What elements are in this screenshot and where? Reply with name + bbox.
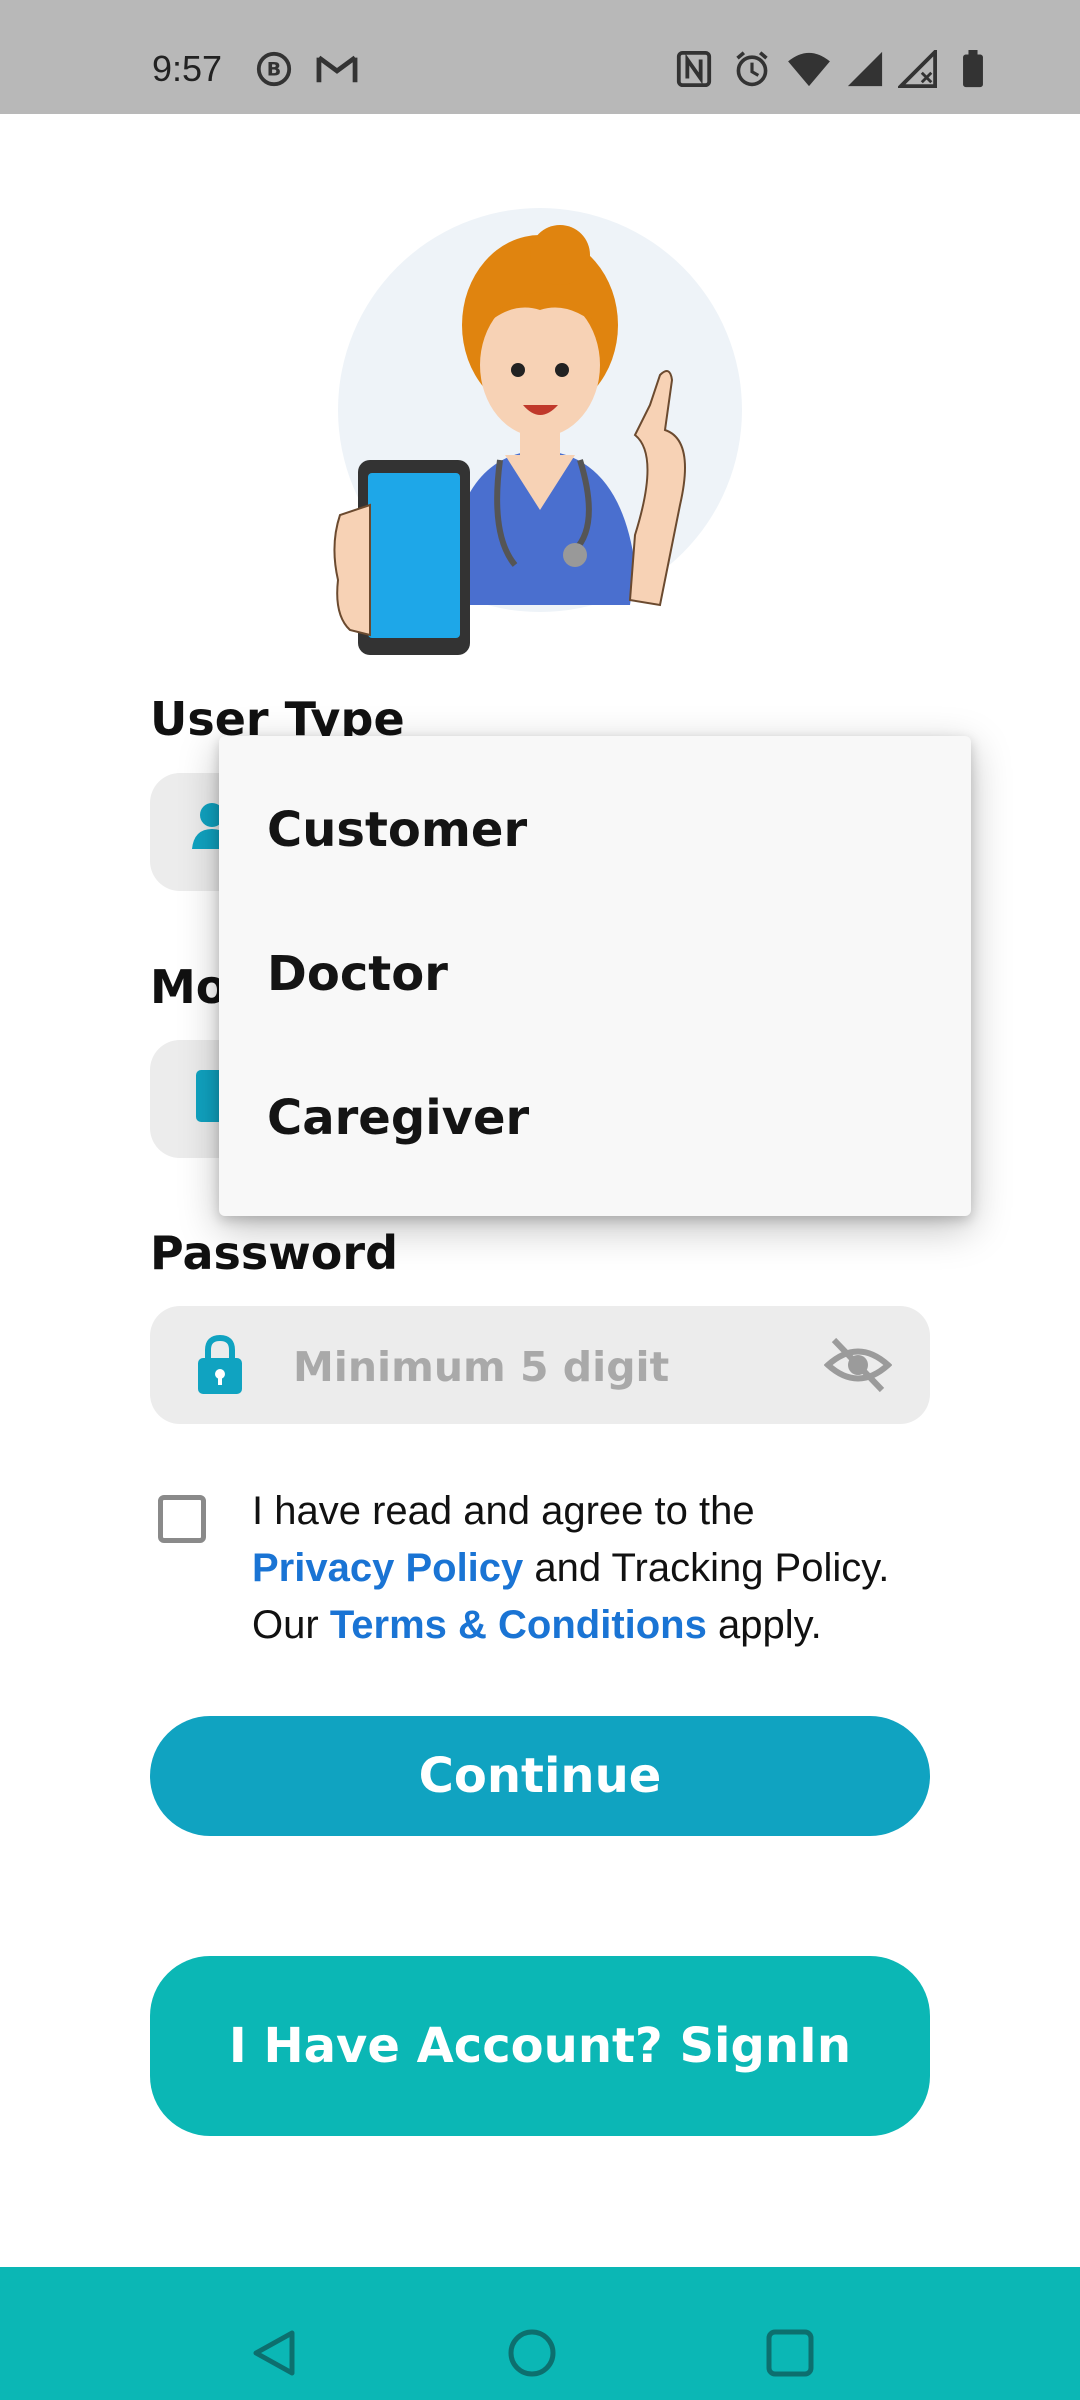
signal-icon xyxy=(847,51,883,87)
dropdown-option-doctor[interactable]: Doctor xyxy=(267,946,448,1002)
terms-conditions-link[interactable]: Terms & Conditions xyxy=(330,1603,707,1647)
nurse-illustration xyxy=(333,208,742,655)
back-icon[interactable] xyxy=(248,2327,300,2379)
recents-icon[interactable] xyxy=(764,2327,816,2379)
agreement-text: I have read and agree to the Privacy Pol… xyxy=(252,1483,952,1654)
b-notification-icon: B xyxy=(256,51,292,87)
continue-button[interactable]: Continue xyxy=(150,1716,930,1836)
battery-icon xyxy=(963,50,983,88)
eye-off-icon[interactable] xyxy=(824,1336,892,1394)
dropdown-option-customer[interactable]: Customer xyxy=(267,802,527,858)
wifi-icon xyxy=(788,52,830,87)
privacy-policy-link[interactable]: Privacy Policy xyxy=(252,1546,523,1590)
alarm-icon xyxy=(736,51,768,87)
agree-checkbox[interactable] xyxy=(158,1495,206,1543)
gmail-icon xyxy=(316,55,358,83)
signal-no-service-icon xyxy=(898,50,937,88)
password-input[interactable]: Minimum 5 digit xyxy=(150,1306,930,1424)
home-icon[interactable] xyxy=(506,2327,558,2379)
agreement-text-1: I have read and agree to the xyxy=(252,1489,755,1533)
agreement-text-4: apply. xyxy=(718,1603,822,1647)
nfc-icon xyxy=(676,50,712,88)
agreement-text-2: and Tracking Policy. xyxy=(534,1546,890,1590)
password-label: Password xyxy=(150,1226,398,1280)
lock-icon xyxy=(198,1334,242,1394)
password-placeholder: Minimum 5 digit xyxy=(293,1343,670,1391)
status-bar: 9:57 B xyxy=(0,0,1080,114)
signin-button[interactable]: I Have Account? SignIn xyxy=(150,1956,930,2136)
status-time: 9:57 xyxy=(152,48,223,89)
agreement-text-3: Our xyxy=(252,1603,319,1647)
dropdown-option-caregiver[interactable]: Caregiver xyxy=(267,1090,529,1146)
user-type-dropdown-menu: Customer Doctor Caregiver xyxy=(219,736,971,1216)
svg-text:B: B xyxy=(267,59,281,81)
